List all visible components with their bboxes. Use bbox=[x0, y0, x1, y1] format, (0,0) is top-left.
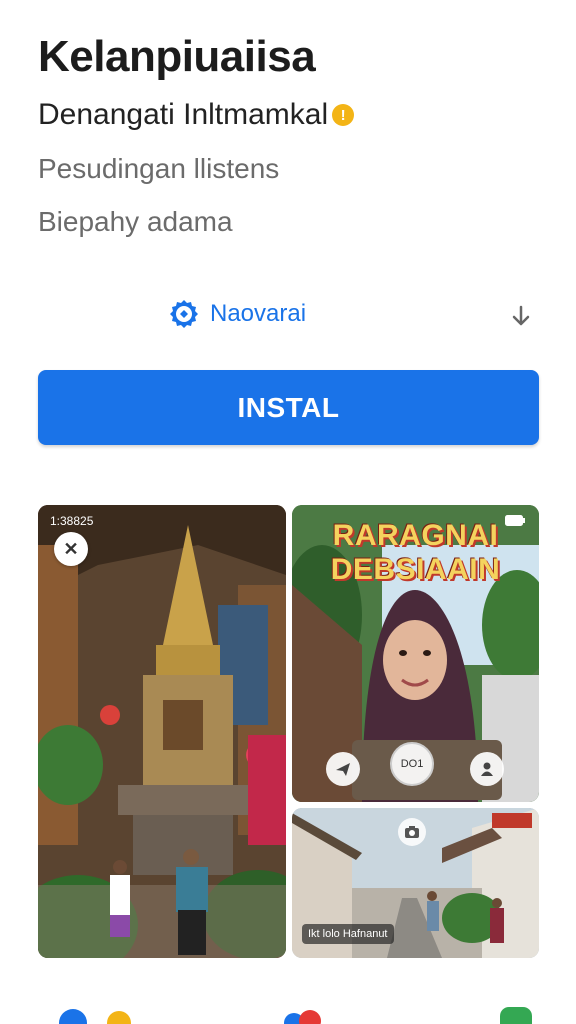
screenshot-promo[interactable]: RARAGNAI DEBSIAAIN DO1 bbox=[292, 505, 539, 802]
camera-icon[interactable] bbox=[398, 818, 426, 846]
developer-name: Naovarai bbox=[210, 300, 307, 327]
screenshot-temple[interactable]: 1:38825 ✕ bbox=[38, 505, 286, 958]
shutter-button[interactable]: DO1 bbox=[390, 742, 434, 786]
blue-app-icon[interactable] bbox=[58, 1005, 88, 1024]
app-meta-line-1: Pesudingan llistens bbox=[38, 153, 280, 184]
red-app-icon[interactable] bbox=[282, 1005, 322, 1024]
app-subtitle: Denangati Inltmamkal bbox=[38, 98, 329, 131]
status-time: 1:38825 bbox=[50, 514, 94, 528]
street-caption: Ikt lolo Hafnanut bbox=[302, 924, 394, 944]
app-meta-line-2: Biepahy adama bbox=[38, 206, 233, 237]
battery-icon bbox=[505, 515, 525, 526]
promo-title-line-2: DEBSIAAIN bbox=[330, 553, 501, 586]
developer-link[interactable]: Naovarai bbox=[168, 298, 306, 330]
app-title: Kelanpiuaiisa bbox=[38, 32, 316, 81]
app-subtitle-row: Denangati Inltmamkal ! bbox=[38, 98, 355, 132]
warning-badge-icon: ! bbox=[332, 104, 355, 126]
temple-scene-image bbox=[38, 505, 286, 958]
gear-badge-icon bbox=[170, 300, 198, 328]
screenshot-street[interactable]: Ikt lolo Hafnanut bbox=[292, 808, 539, 958]
promo-title-line-1: RARAGNAI bbox=[332, 519, 499, 552]
plane-icon[interactable] bbox=[326, 752, 360, 786]
arrow-down-icon[interactable] bbox=[508, 303, 534, 329]
green-app-icon[interactable] bbox=[498, 1005, 534, 1024]
yellow-app-icon[interactable] bbox=[106, 1005, 132, 1024]
close-icon[interactable]: ✕ bbox=[54, 532, 88, 566]
install-button[interactable]: INSTAL bbox=[38, 370, 539, 445]
person-icon[interactable] bbox=[470, 752, 504, 786]
